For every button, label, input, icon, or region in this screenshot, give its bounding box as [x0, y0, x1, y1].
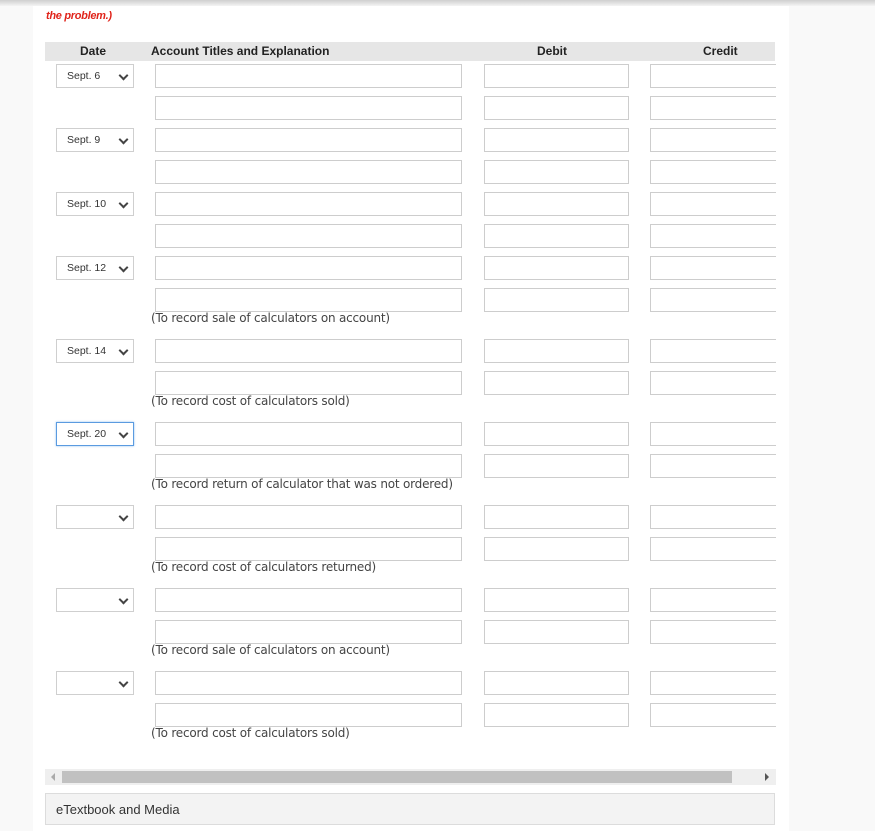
date-select[interactable]: Sept. 9	[56, 128, 134, 152]
date-select-value: Sept. 10	[67, 198, 107, 210]
debit-input[interactable]	[484, 96, 629, 120]
debit-input[interactable]	[484, 537, 629, 561]
debit-input[interactable]	[484, 505, 629, 529]
credit-input[interactable]	[650, 160, 776, 184]
entry-explanation: (To record sale of calculators on accoun…	[151, 643, 390, 657]
date-select[interactable]: Sept. 10	[56, 192, 134, 216]
debit-input[interactable]	[484, 588, 629, 612]
credit-input[interactable]	[650, 422, 776, 446]
entry-explanation: (To record cost of calculators sold)	[151, 726, 350, 740]
credit-input[interactable]	[650, 96, 776, 120]
instructions-line-2: the problem.)	[46, 10, 112, 22]
date-select[interactable]: Sept. 20	[56, 422, 134, 446]
debit-input[interactable]	[484, 703, 629, 727]
date-select[interactable]	[56, 671, 134, 695]
chevron-down-icon	[118, 594, 129, 605]
debit-input[interactable]	[484, 160, 629, 184]
debit-input[interactable]	[484, 454, 629, 478]
debit-input[interactable]	[484, 371, 629, 395]
chevron-down-icon	[118, 198, 129, 209]
account-title-input[interactable]	[155, 703, 462, 727]
credit-input[interactable]	[650, 588, 776, 612]
debit-input[interactable]	[484, 256, 629, 280]
debit-input[interactable]	[484, 192, 629, 216]
credit-input[interactable]	[650, 454, 776, 478]
credit-input[interactable]	[650, 671, 776, 695]
debit-input[interactable]	[484, 339, 629, 363]
account-title-input[interactable]	[155, 160, 462, 184]
debit-input[interactable]	[484, 671, 629, 695]
account-title-input[interactable]	[155, 537, 462, 561]
account-title-input[interactable]	[155, 339, 462, 363]
date-select[interactable]	[56, 505, 134, 529]
account-title-input[interactable]	[155, 422, 462, 446]
credit-input[interactable]	[650, 537, 776, 561]
debit-input[interactable]	[484, 288, 629, 312]
credit-input[interactable]	[650, 288, 776, 312]
chevron-down-icon	[118, 511, 129, 522]
date-select[interactable]: Sept. 12	[56, 256, 134, 280]
top-shadow	[0, 0, 875, 6]
credit-input[interactable]	[650, 128, 776, 152]
etextbook-media-button[interactable]: eTextbook and Media	[45, 793, 775, 825]
date-select[interactable]: Sept. 14	[56, 339, 134, 363]
header-date: Date	[80, 44, 107, 58]
credit-input[interactable]	[650, 620, 776, 644]
chevron-down-icon	[118, 345, 129, 356]
account-title-input[interactable]	[155, 588, 462, 612]
scrollbar-thumb[interactable]	[62, 771, 732, 783]
credit-input[interactable]	[650, 371, 776, 395]
debit-input[interactable]	[484, 620, 629, 644]
account-title-input[interactable]	[155, 96, 462, 120]
debit-input[interactable]	[484, 224, 629, 248]
account-title-input[interactable]	[155, 454, 462, 478]
account-title-input[interactable]	[155, 620, 462, 644]
etextbook-media-label: eTextbook and Media	[56, 802, 180, 817]
header-credit: Credit	[703, 44, 738, 58]
header-account: Account Titles and Explanation	[151, 44, 330, 58]
scroll-left-arrow-icon[interactable]	[51, 773, 55, 781]
account-title-input[interactable]	[155, 288, 462, 312]
entry-explanation: (To record cost of calculators returned)	[151, 560, 376, 574]
entry-explanation: (To record return of calculator that was…	[151, 477, 453, 491]
account-title-input[interactable]	[155, 224, 462, 248]
account-title-input[interactable]	[155, 192, 462, 216]
header-debit: Debit	[537, 44, 567, 58]
date-select[interactable]: Sept. 6	[56, 64, 134, 88]
entry-explanation: (To record sale of calculators on accoun…	[151, 311, 390, 325]
account-title-input[interactable]	[155, 128, 462, 152]
scroll-right-arrow-icon[interactable]	[765, 773, 769, 781]
chevron-down-icon	[118, 428, 129, 439]
debit-input[interactable]	[484, 64, 629, 88]
horizontal-scrollbar[interactable]	[45, 769, 776, 785]
debit-input[interactable]	[484, 128, 629, 152]
debit-input[interactable]	[484, 422, 629, 446]
account-title-input[interactable]	[155, 505, 462, 529]
chevron-down-icon	[118, 677, 129, 688]
date-select-value: Sept. 14	[67, 345, 107, 357]
credit-input[interactable]	[650, 64, 776, 88]
credit-input[interactable]	[650, 224, 776, 248]
table-header: Date Account Titles and Explanation Debi…	[45, 42, 775, 61]
entry-explanation: (To record cost of calculators sold)	[151, 394, 350, 408]
account-title-input[interactable]	[155, 64, 462, 88]
account-title-input[interactable]	[155, 671, 462, 695]
date-select[interactable]	[56, 588, 134, 612]
date-select-value: Sept. 9	[67, 134, 101, 146]
account-title-input[interactable]	[155, 371, 462, 395]
credit-input[interactable]	[650, 339, 776, 363]
date-select-value: Sept. 6	[67, 70, 101, 82]
chevron-down-icon	[118, 134, 129, 145]
date-select-value: Sept. 20	[67, 428, 107, 440]
account-title-input[interactable]	[155, 256, 462, 280]
credit-input[interactable]	[650, 256, 776, 280]
credit-input[interactable]	[650, 505, 776, 529]
credit-input[interactable]	[650, 192, 776, 216]
credit-input[interactable]	[650, 703, 776, 727]
chevron-down-icon	[118, 70, 129, 81]
chevron-down-icon	[118, 262, 129, 273]
date-select-value: Sept. 12	[67, 262, 107, 274]
